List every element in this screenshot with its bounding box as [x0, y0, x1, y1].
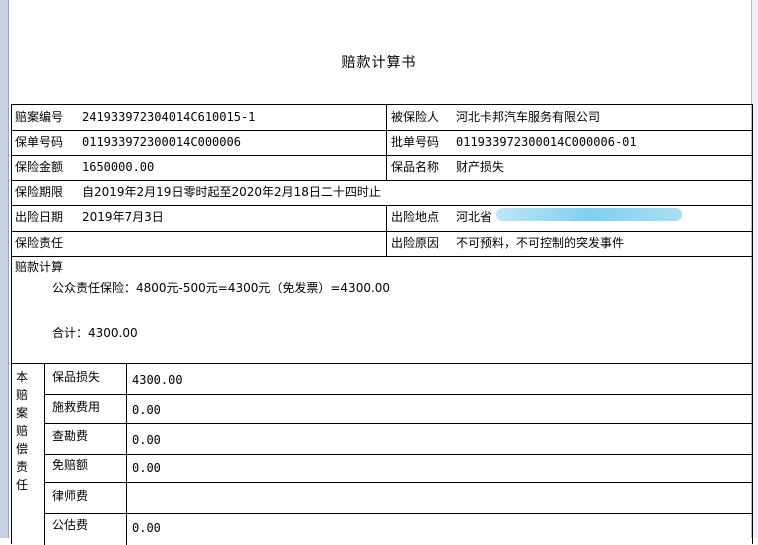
table-row-label: 免赔额 [52, 458, 89, 472]
claim-no-value: 241933972304014C610015-1 [82, 110, 256, 124]
location-label: 出险地点 [391, 210, 440, 224]
period-label: 保险期限 [15, 185, 64, 199]
claim-no-label: 赔案编号 [15, 110, 64, 124]
endorse-no-label: 批单号码 [391, 135, 440, 149]
calc-label: 赔款计算 [15, 260, 64, 274]
cause-value: 不可预料，不可控制的突发事件 [456, 236, 625, 250]
policy-no-value: 011933972300014C000006 [82, 135, 241, 149]
side-label: 本 赔 案 赔 偿 责 任 [15, 370, 28, 492]
document-title: 赔款计算书 [341, 55, 417, 71]
table-row-value: 0.00 [132, 461, 161, 475]
table-row-value: 0.00 [132, 433, 161, 447]
cause-label: 出险原因 [391, 236, 440, 250]
table-row-value: 4300.00 [132, 373, 183, 387]
insured-label: 被保险人 [391, 110, 440, 124]
goods-value: 财产损失 [456, 160, 505, 174]
policy-no-label: 保单号码 [15, 135, 64, 149]
insured-value: 河北卡邦汽车服务有限公司 [456, 110, 601, 124]
goods-label: 保品名称 [391, 160, 440, 174]
accident-date-label: 出险日期 [15, 210, 64, 224]
window-left-edge [0, 0, 9, 538]
sum-insured-value: 1650000.00 [82, 160, 155, 174]
sum-insured-label: 保险金额 [15, 160, 64, 174]
table-row-label: 公估费 [52, 518, 89, 532]
redaction-mark [496, 208, 682, 221]
calc-line: 公众责任保险：4800元-500元=4300元（免发票）=4300.00 [52, 281, 391, 295]
table-row-value: 0.00 [132, 521, 161, 535]
period-value: 自2019年2月19日零时起至2020年2月18日二十四时止 [82, 185, 381, 199]
table-row-label: 律师费 [52, 489, 89, 503]
accident-date-value: 2019年7月3日 [82, 210, 164, 224]
calc-total: 合计：4300.00 [52, 326, 138, 340]
table-row-label: 保品损失 [52, 370, 101, 384]
table-row-label: 查勘费 [52, 429, 89, 443]
table-row-value: 0.00 [132, 403, 161, 417]
table-row-label: 施救费用 [52, 400, 101, 414]
liability-label: 保险责任 [15, 236, 64, 250]
endorse-no-value: 011933972300014C000006-01 [456, 135, 637, 149]
location-value: 河北省 [456, 210, 493, 224]
